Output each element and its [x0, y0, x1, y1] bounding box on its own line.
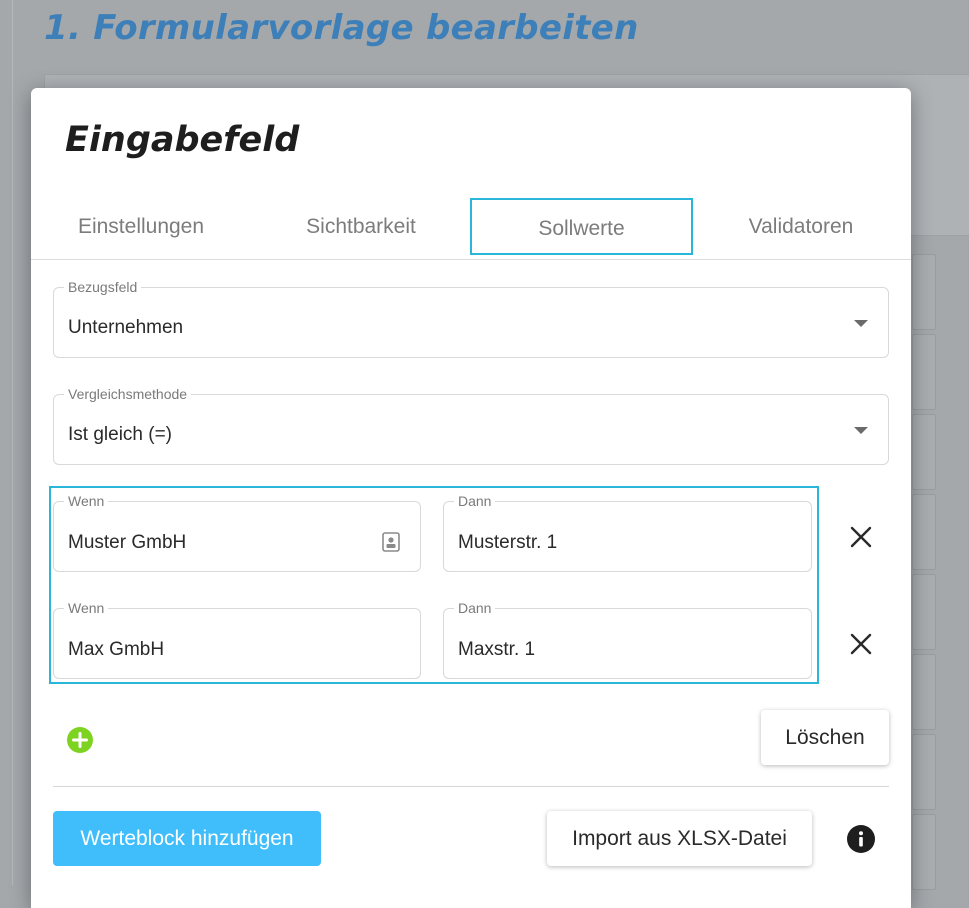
info-icon: [859, 831, 863, 847]
then-label: Dann: [454, 493, 496, 509]
contact-card-icon[interactable]: [382, 532, 400, 552]
background-row: [912, 494, 936, 570]
background-row: [912, 334, 936, 410]
background-rows: [912, 254, 942, 894]
delete-button[interactable]: Löschen: [761, 710, 889, 765]
close-icon[interactable]: [844, 627, 878, 661]
tab-validatoren[interactable]: Validatoren: [691, 198, 911, 255]
if-label: Wenn: [64, 493, 109, 509]
input-field-dialog: Eingabefeld Einstellungen Sichtbarkeit S…: [31, 88, 911, 908]
then-label: Dann: [454, 600, 496, 616]
import-xlsx-button[interactable]: Import aus XLSX-Datei: [547, 811, 812, 866]
close-icon[interactable]: [844, 520, 878, 554]
info-button[interactable]: [847, 825, 875, 853]
plus-icon: [72, 732, 88, 748]
tab-bar: Einstellungen Sichtbarkeit Sollwerte Val…: [31, 198, 911, 260]
comparison-method-value: Ist gleich (=): [68, 424, 173, 445]
background-divider: [12, 0, 13, 885]
if-label: Wenn: [64, 600, 109, 616]
background-row: [912, 254, 936, 330]
background-row: [912, 814, 936, 890]
if-value-input[interactable]: Wenn Muster GmbH: [53, 493, 421, 572]
add-value-block-button[interactable]: Werteblock hinzufügen: [53, 811, 321, 866]
then-value-text: Maxstr. 1: [458, 639, 536, 660]
tab-sichtbarkeit[interactable]: Sichtbarkeit: [251, 198, 471, 255]
page-title: 1. Formularvorlage bearbeiten: [44, 8, 639, 48]
then-value-input[interactable]: Dann Maxstr. 1: [443, 600, 812, 679]
reference-field-select[interactable]: Bezugsfeld Unternehmen: [53, 279, 889, 358]
divider: [53, 786, 889, 787]
background-row: [912, 734, 936, 810]
background-row: [912, 654, 936, 730]
chevron-down-icon[interactable]: [854, 320, 868, 327]
comparison-method-select[interactable]: Vergleichsmethode Ist gleich (=): [53, 386, 889, 465]
tab-sollwerte[interactable]: Sollwerte: [470, 198, 693, 255]
chevron-down-icon[interactable]: [854, 427, 868, 434]
background-row: [912, 414, 936, 490]
reference-field-label: Bezugsfeld: [64, 279, 142, 295]
then-value-text: Musterstr. 1: [458, 532, 558, 553]
if-value-text: Max GmbH: [68, 639, 165, 660]
add-pair-button[interactable]: [67, 727, 93, 753]
tab-einstellungen[interactable]: Einstellungen: [31, 198, 251, 255]
then-value-input[interactable]: Dann Musterstr. 1: [443, 493, 812, 572]
if-value-text: Muster GmbH: [68, 532, 187, 553]
reference-field-value: Unternehmen: [68, 317, 184, 338]
dialog-title: Eingabefeld: [65, 120, 300, 160]
comparison-method-label: Vergleichsmethode: [64, 386, 192, 402]
background-row: [912, 574, 936, 650]
if-value-input[interactable]: Wenn Max GmbH: [53, 600, 421, 679]
